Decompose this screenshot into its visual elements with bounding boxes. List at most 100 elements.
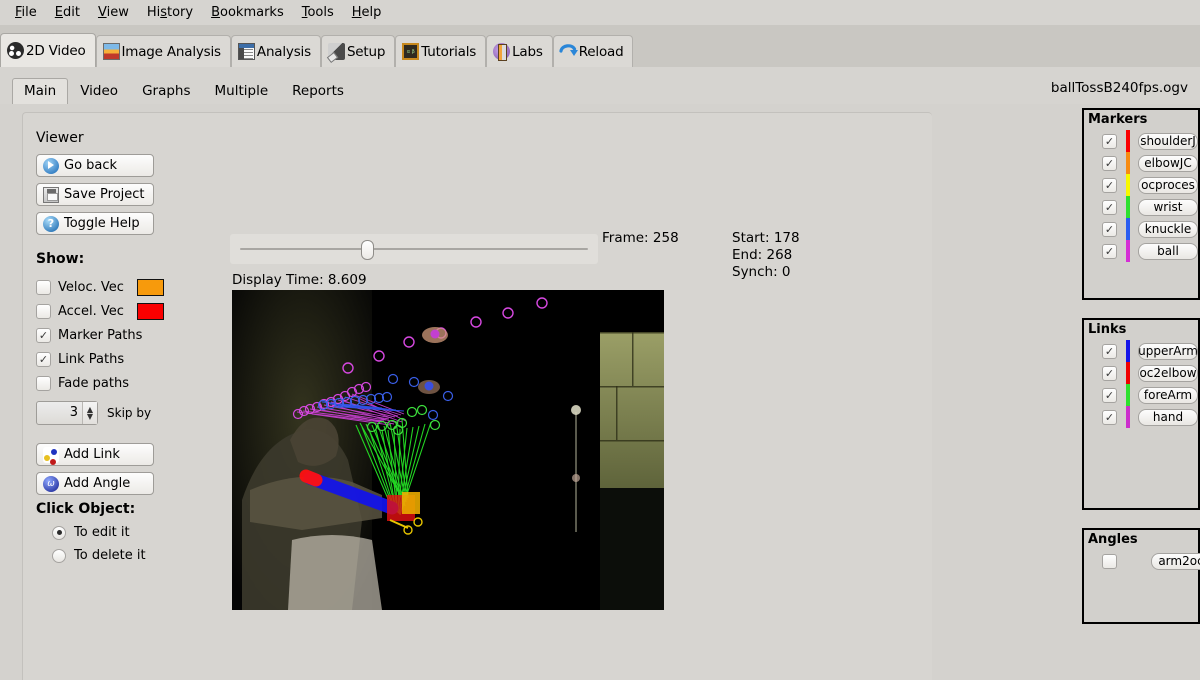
link-checkbox[interactable]: [1102, 344, 1117, 359]
angle-checkbox[interactable]: [1102, 554, 1117, 569]
frame-slider[interactable]: [230, 234, 598, 264]
angle-row-arm2oc[interactable]: arm2oc: [1084, 550, 1198, 572]
tab-setup[interactable]: Setup: [321, 35, 395, 67]
display-time-label: Display Time: 8.609: [232, 272, 367, 288]
checkbox-row-link-paths[interactable]: Link Paths: [36, 347, 216, 371]
link-row-hand[interactable]: hand: [1084, 406, 1198, 428]
marker-checkbox[interactable]: [1102, 178, 1117, 193]
video-canvas[interactable]: [232, 290, 664, 610]
sub-tab-strip: Main Video Graphs Multiple Reports: [0, 67, 1200, 104]
synch-label: Synch: 0: [732, 264, 800, 281]
marker-checkbox[interactable]: [1102, 222, 1117, 237]
slider-track[interactable]: [240, 248, 588, 250]
subtab-reports[interactable]: Reports: [280, 78, 356, 104]
link-row-upperarm[interactable]: upperArm: [1084, 340, 1198, 362]
to-edit-it-radio[interactable]: [52, 526, 66, 540]
click-object-title: Click Object:: [36, 501, 216, 517]
link-label[interactable]: foreArm: [1138, 387, 1198, 404]
marker-checkbox[interactable]: [1102, 134, 1117, 149]
end-label: End: 268: [732, 247, 800, 264]
angle-label[interactable]: arm2oc: [1151, 553, 1200, 570]
subtab-multiple[interactable]: Multiple: [203, 78, 281, 104]
marker-paths-checkbox[interactable]: [36, 328, 51, 343]
link-color-swatch: [1126, 362, 1130, 384]
link-paths-checkbox[interactable]: [36, 352, 51, 367]
to-delete-it-radio[interactable]: [52, 549, 66, 563]
link-label[interactable]: oc2elbow: [1138, 365, 1198, 382]
marker-row-ball[interactable]: ball: [1084, 240, 1198, 262]
menu-item-bookmarks[interactable]: Bookmarks: [202, 3, 293, 22]
button-label: Add Angle: [64, 476, 130, 491]
tab-tutorials[interactable]: Tutorials: [395, 35, 486, 67]
menu-item-view[interactable]: View: [89, 3, 138, 22]
link-checkbox[interactable]: [1102, 410, 1117, 425]
tab-analysis[interactable]: Analysis: [231, 35, 321, 67]
tab-2d-video[interactable]: 2D Video: [0, 33, 96, 67]
marker-label[interactable]: ball: [1138, 243, 1198, 260]
skip-by-value[interactable]: 3: [37, 402, 82, 424]
veloc-vec-color-swatch[interactable]: [137, 279, 164, 296]
link-checkbox[interactable]: [1102, 366, 1117, 381]
menu-item-history[interactable]: History: [138, 3, 202, 22]
radio-row-to-edit-it[interactable]: To edit it: [36, 521, 216, 544]
click-object-group: Click Object: To edit it To delete it: [36, 501, 216, 567]
marker-label[interactable]: ocproces: [1138, 177, 1198, 194]
stepper-arrows-icon[interactable]: ▲▼: [82, 402, 97, 424]
subtab-main[interactable]: Main: [12, 78, 68, 104]
subtab-video[interactable]: Video: [68, 78, 130, 104]
tab-image-analysis[interactable]: Image Analysis: [96, 35, 231, 67]
link-label[interactable]: upperArm: [1138, 343, 1198, 360]
marker-checkbox[interactable]: [1102, 244, 1117, 259]
radio-row-to-delete-it[interactable]: To delete it: [36, 544, 216, 567]
link-row-forearm[interactable]: foreArm: [1084, 384, 1198, 406]
slider-thumb[interactable]: [361, 240, 374, 260]
toggle-help-button[interactable]: ? Toggle Help: [36, 212, 154, 235]
skip-by-stepper[interactable]: 3 ▲▼: [36, 401, 98, 425]
chalkboard-icon: [402, 43, 419, 60]
marker-checkbox[interactable]: [1102, 156, 1117, 171]
checkbox-row-fade-paths[interactable]: Fade paths: [36, 371, 216, 395]
marker-row-shoulderj[interactable]: shoulderJ: [1084, 130, 1198, 152]
subtab-graphs[interactable]: Graphs: [130, 78, 202, 104]
save-project-button[interactable]: Save Project: [36, 183, 154, 206]
marker-label[interactable]: elbowJC: [1138, 155, 1198, 172]
checkbox-row-veloc-vec[interactable]: Veloc. Vec: [36, 275, 216, 299]
checkbox-row-marker-paths[interactable]: Marker Paths: [36, 323, 216, 347]
frame-label: Frame: 258: [602, 230, 679, 246]
link-label[interactable]: hand: [1138, 409, 1198, 426]
accel-vec-checkbox[interactable]: [36, 304, 51, 319]
marker-label[interactable]: knuckle: [1138, 221, 1198, 238]
main-tab-strip: 2D Video Image Analysis Analysis Setup T…: [0, 25, 1200, 67]
wrench-icon: [328, 43, 345, 60]
marker-row-knuckle[interactable]: knuckle: [1084, 218, 1198, 240]
radio-label: To edit it: [74, 525, 130, 540]
menu-bar: FFileile Edit View History Bookmarks Too…: [0, 0, 1200, 25]
accel-vec-color-swatch[interactable]: [137, 303, 164, 320]
veloc-vec-checkbox[interactable]: [36, 280, 51, 295]
link-checkbox[interactable]: [1102, 388, 1117, 403]
links-panel: Links upperArm oc2elbow foreArm hand: [1082, 318, 1200, 510]
checkbox-label: Accel. Vec: [58, 304, 124, 319]
add-angle-button[interactable]: ω Add Angle: [36, 472, 154, 495]
content-area: Viewer Go back Save Project ? Toggle Hel…: [8, 104, 1200, 680]
menu-item-tools[interactable]: Tools: [293, 3, 343, 22]
marker-row-ocproces[interactable]: ocproces: [1084, 174, 1198, 196]
menu-item-help[interactable]: Help: [343, 3, 391, 22]
marker-label[interactable]: wrist: [1138, 199, 1198, 216]
marker-row-wrist[interactable]: wrist: [1084, 196, 1198, 218]
menu-item-edit[interactable]: Edit: [46, 3, 89, 22]
go-back-button[interactable]: Go back: [36, 154, 154, 177]
add-link-button[interactable]: Add Link: [36, 443, 154, 466]
checkbox-label: Link Paths: [58, 352, 124, 367]
checkbox-row-accel-vec[interactable]: Accel. Vec: [36, 299, 216, 323]
tab-reload[interactable]: Reload: [553, 35, 634, 67]
link-row-oc2elbow[interactable]: oc2elbow: [1084, 362, 1198, 384]
film-icon: [7, 42, 24, 59]
fade-paths-checkbox[interactable]: [36, 376, 51, 391]
menu-item-file[interactable]: FFileile: [6, 3, 46, 22]
marker-checkbox[interactable]: [1102, 200, 1117, 215]
application-window: FFileile Edit View History Bookmarks Too…: [0, 0, 1200, 680]
tab-labs[interactable]: Labs: [486, 35, 553, 67]
marker-label[interactable]: shoulderJ: [1138, 133, 1198, 150]
marker-row-elbowjc[interactable]: elbowJC: [1084, 152, 1198, 174]
